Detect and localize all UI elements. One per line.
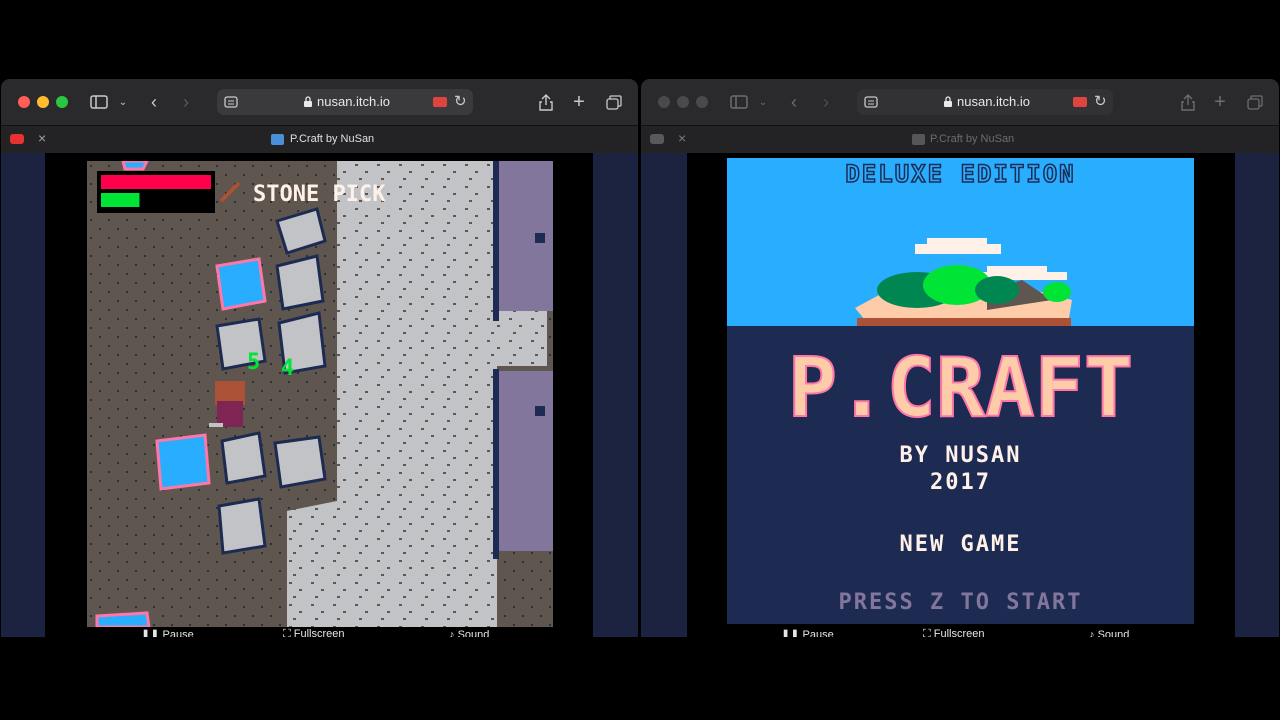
zoom-window-button[interactable] (56, 96, 68, 108)
browser-window-left: ⌄ ‹ › nusan.itch.io ↻ + × P.Craft by NuS… (1, 79, 638, 637)
health-bar (101, 175, 211, 189)
reader-icon[interactable] (224, 96, 238, 108)
minimize-window-button[interactable] (37, 96, 49, 108)
tab-bar: × P.Craft by NuSan (641, 125, 1279, 155)
pause-button[interactable]: ❚❚ Pause (141, 628, 194, 637)
stone-block[interactable] (217, 497, 267, 555)
stone-block[interactable] (275, 254, 325, 311)
toolbar: ⌄ ‹ › nusan.itch.io ↻ + (1, 79, 638, 125)
stone-block[interactable] (273, 435, 327, 489)
sound-button[interactable]: ♪ Sound (1089, 629, 1129, 637)
zoom-window-button[interactable] (696, 96, 708, 108)
year: 2017 (930, 470, 991, 495)
reader-icon[interactable] (864, 96, 878, 108)
close-window-button[interactable] (658, 96, 670, 108)
game-title: P.CRAFT (787, 341, 1135, 436)
camera-recording-icon (1073, 97, 1087, 107)
new-game-menu-item[interactable]: NEW GAME (727, 532, 1194, 557)
press-start-prompt: PRESS Z TO START (838, 590, 1083, 615)
youtube-icon[interactable] (650, 134, 664, 144)
page-content: DELUXE EDITION P.CRAFT BY NUSAN 2017 NEW… (641, 153, 1279, 637)
page-content: STONE PICK 5 4 ❚❚ Pause ⛶ Fullscreen ♪ S… (1, 153, 638, 637)
forward-icon[interactable]: › (818, 89, 834, 115)
address-bar[interactable]: nusan.itch.io ↻ (857, 89, 1113, 115)
share-icon[interactable] (1179, 89, 1197, 115)
sidebar-icon[interactable] (729, 89, 749, 115)
tab-title[interactable]: P.Craft by NuSan (290, 133, 374, 145)
damage-number: 5 (247, 350, 260, 375)
sidebar-icon[interactable] (89, 89, 109, 115)
close-window-button[interactable] (18, 96, 30, 108)
crystal-block[interactable] (121, 161, 149, 171)
new-tab-icon[interactable]: + (1211, 89, 1229, 115)
toolbar: ⌄ ‹ › nusan.itch.io ↻ + (641, 79, 1279, 125)
stone-block[interactable] (220, 431, 267, 485)
reload-icon[interactable]: ↻ (1094, 92, 1107, 110)
close-icon[interactable]: × (38, 130, 46, 146)
favicon-icon (912, 134, 925, 145)
crystal-block[interactable] (95, 611, 151, 627)
chevron-down-icon[interactable]: ⌄ (757, 89, 769, 115)
back-icon[interactable]: ‹ (786, 89, 802, 115)
title-screen[interactable]: DELUXE EDITION P.CRAFT BY NUSAN 2017 NEW… (727, 158, 1194, 624)
camera-recording-icon (433, 97, 447, 107)
pause-button[interactable]: ❚❚ Pause (781, 628, 834, 637)
lock-icon (944, 96, 952, 107)
island-illustration (855, 238, 1072, 326)
favicon-icon (271, 134, 284, 145)
lock-icon (304, 96, 312, 107)
crystal-block[interactable] (155, 433, 211, 491)
browser-window-right: ⌄ ‹ › nusan.itch.io ↻ + × P.Craft by NuS… (641, 79, 1279, 637)
hud-item-label: STONE PICK (253, 182, 386, 207)
byline: BY NUSAN (899, 443, 1022, 468)
address-bar[interactable]: nusan.itch.io ↻ (217, 89, 473, 115)
crystal-block[interactable] (215, 257, 267, 311)
chevron-down-icon[interactable]: ⌄ (117, 89, 129, 115)
back-icon[interactable]: ‹ (146, 89, 162, 115)
reload-icon[interactable]: ↻ (454, 92, 467, 110)
rock-wall (497, 371, 553, 551)
url-text: nusan.itch.io (957, 94, 1030, 109)
sound-button[interactable]: ♪ Sound (449, 629, 489, 637)
game-canvas[interactable]: STONE PICK 5 4 (87, 161, 553, 627)
tab-bar: × P.Craft by NuSan (1, 125, 638, 155)
damage-number: 4 (281, 356, 294, 381)
stamina-bar (101, 193, 140, 207)
share-icon[interactable] (537, 89, 555, 115)
fullscreen-button[interactable]: ⛶ Fullscreen (283, 628, 345, 637)
tab-title[interactable]: P.Craft by NuSan (930, 133, 1014, 145)
forward-icon[interactable]: › (178, 89, 194, 115)
new-tab-icon[interactable]: + (570, 89, 588, 115)
url-text: nusan.itch.io (317, 94, 390, 109)
minimize-window-button[interactable] (677, 96, 689, 108)
fullscreen-button[interactable]: ⛶ Fullscreen (923, 628, 985, 637)
tabs-overview-icon[interactable] (1245, 89, 1265, 115)
edition-label: DELUXE EDITION (845, 159, 1076, 189)
youtube-icon[interactable] (10, 134, 24, 144)
close-icon[interactable]: × (678, 130, 686, 146)
tabs-overview-icon[interactable] (604, 89, 624, 115)
